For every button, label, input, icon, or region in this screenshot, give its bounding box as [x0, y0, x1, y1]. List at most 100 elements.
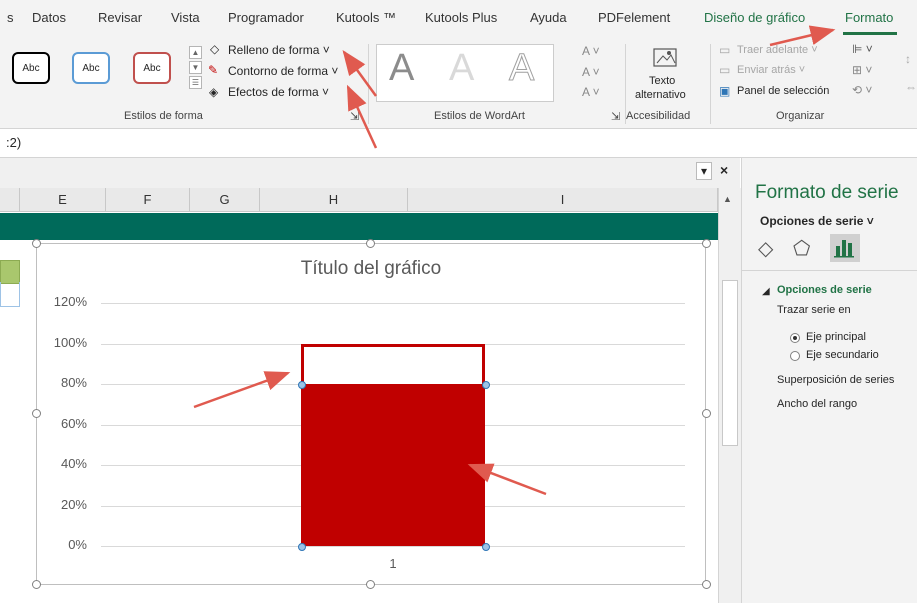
- chart-title[interactable]: Título del gráfico: [36, 258, 706, 280]
- text-effects-icon[interactable]: A ˅: [582, 85, 600, 99]
- scrollbar-thumb[interactable]: [722, 280, 738, 446]
- tab-partial[interactable]: s: [7, 10, 14, 25]
- tab-programador[interactable]: Programador: [228, 10, 304, 25]
- shape-style-blue[interactable]: Abc: [72, 52, 110, 84]
- alt-text-label-2[interactable]: alternativo: [635, 89, 686, 101]
- resize-handle[interactable]: [702, 580, 711, 589]
- wordart-gallery[interactable]: A A A: [376, 44, 554, 102]
- scroll-up-icon[interactable]: ▲: [723, 194, 732, 204]
- format-series-panel: Formato de serie Opciones de serie ˅ ◇ ⬠…: [741, 158, 917, 603]
- shape-style-black[interactable]: Abc: [12, 52, 50, 84]
- effects-pentagon-icon[interactable]: ⬠: [793, 236, 810, 261]
- fill-line-icon[interactable]: ◇: [758, 236, 773, 261]
- send-backward-icon: ▭: [719, 63, 731, 77]
- plot-series-on-label: Trazar serie en: [777, 304, 851, 316]
- align-icon[interactable]: ⊫ ˅: [852, 42, 873, 56]
- collapse-icon[interactable]: ◢: [762, 286, 770, 297]
- wordart-style-light[interactable]: A: [449, 47, 474, 90]
- shape-style-red[interactable]: Abc: [133, 52, 171, 84]
- fill-icon: ◇: [210, 42, 220, 56]
- gap-width-label: Ancho del rango: [777, 398, 858, 410]
- alt-text-icon[interactable]: [652, 46, 680, 70]
- cell-fragment[interactable]: [0, 282, 20, 307]
- tab-formato[interactable]: Formato: [845, 10, 893, 25]
- column-header-partial[interactable]: [0, 188, 20, 212]
- separator: [368, 44, 369, 124]
- shape-outline-button[interactable]: Contorno de forma ˅: [228, 64, 338, 78]
- chart-area[interactable]: [36, 243, 706, 585]
- series-options-icon[interactable]: [830, 234, 860, 262]
- secondary-axis-radio[interactable]: [790, 351, 800, 361]
- primary-axis-radio[interactable]: [790, 333, 800, 343]
- vertical-scrollbar[interactable]: ▲: [718, 188, 741, 603]
- selection-pane-button[interactable]: Panel de selección: [737, 85, 829, 97]
- scroll-down-icon[interactable]: ▼: [189, 61, 202, 74]
- tab-datos[interactable]: Datos: [32, 10, 66, 25]
- column-header-g[interactable]: G: [190, 188, 260, 212]
- tab-kutools-plus[interactable]: Kutools Plus: [425, 10, 497, 25]
- group-label-wordart: Estilos de WordArt: [434, 110, 525, 122]
- wordart-style-outline[interactable]: A: [508, 47, 534, 90]
- size-height-icon[interactable]: ↕: [905, 52, 911, 66]
- resize-handle[interactable]: [702, 409, 711, 418]
- bring-forward-icon: ▭: [719, 43, 731, 57]
- alt-text-label-1[interactable]: Texto: [649, 75, 675, 87]
- tab-vista[interactable]: Vista: [171, 10, 200, 25]
- teal-header-row: [0, 213, 718, 240]
- tab-kutools[interactable]: Kutools ™: [336, 10, 396, 25]
- resize-handle[interactable]: [366, 239, 375, 248]
- shape-style-label: Abc: [82, 62, 100, 74]
- column-header-i[interactable]: I: [408, 188, 718, 212]
- sheet-toolbar-strip: ▾ ×: [0, 158, 740, 188]
- effects-icon: ◈: [209, 85, 219, 99]
- dialog-launcher-icon[interactable]: ⇲: [350, 110, 359, 123]
- tab-ayuda[interactable]: Ayuda: [530, 10, 567, 25]
- column-header-h[interactable]: H: [260, 188, 408, 212]
- separator: [710, 44, 711, 124]
- active-tab-indicator: [843, 32, 897, 35]
- shape-style-label: Abc: [22, 62, 40, 74]
- bring-forward-button[interactable]: Traer adelante ˅: [737, 44, 818, 56]
- outline-icon: ✎: [208, 63, 219, 77]
- series-options-dropdown[interactable]: Opciones de serie ˅: [760, 214, 874, 228]
- resize-handle[interactable]: [32, 239, 41, 248]
- size-width-icon[interactable]: ⇔: [905, 80, 917, 94]
- primary-axis-label[interactable]: Eje principal: [806, 331, 866, 343]
- formula-text: :2): [6, 135, 22, 150]
- more-styles-icon[interactable]: ☰: [189, 76, 202, 89]
- send-backward-button[interactable]: Enviar atrás ˅: [737, 64, 805, 76]
- rotate-icon[interactable]: ⟲ ˅: [852, 83, 872, 97]
- formula-bar[interactable]: :2): [0, 129, 917, 158]
- wordart-style-gray[interactable]: A: [389, 47, 414, 90]
- group-icon[interactable]: ⊞ ˅: [852, 63, 872, 77]
- secondary-axis-label[interactable]: Eje secundario: [806, 349, 879, 361]
- dialog-launcher-icon[interactable]: ⇲: [611, 110, 620, 123]
- resize-handle[interactable]: [32, 409, 41, 418]
- tab-diseno-grafico[interactable]: Diseño de gráfico: [704, 10, 805, 25]
- group-label-accessibility: Accesibilidad: [626, 110, 691, 122]
- column-header-f[interactable]: F: [106, 188, 190, 212]
- close-icon[interactable]: ×: [720, 162, 728, 178]
- panel-divider: [742, 270, 917, 271]
- text-outline-icon[interactable]: A ˅: [582, 65, 600, 79]
- column-header-e[interactable]: E: [20, 188, 106, 212]
- section-series-options[interactable]: Opciones de serie: [777, 284, 872, 296]
- shape-effects-button[interactable]: Efectos de forma ˅: [228, 85, 329, 99]
- tab-revisar[interactable]: Revisar: [98, 10, 142, 25]
- tab-pdfelement[interactable]: PDFelement: [598, 10, 670, 25]
- shape-fill-button[interactable]: Relleno de forma ˅: [228, 43, 330, 57]
- cell-fragment[interactable]: [0, 260, 20, 284]
- resize-handle[interactable]: [702, 239, 711, 248]
- selection-pane-icon: ▣: [719, 84, 731, 98]
- dropdown-icon[interactable]: ▾: [696, 162, 712, 180]
- shape-style-label: Abc: [143, 62, 161, 74]
- resize-handle[interactable]: [366, 580, 375, 589]
- resize-handle[interactable]: [32, 580, 41, 589]
- text-fill-icon[interactable]: A ˅: [582, 44, 600, 58]
- scroll-up-icon[interactable]: ▲: [189, 46, 202, 59]
- panel-title: Formato de serie: [755, 182, 899, 203]
- ribbon-tab-bar: s Datos Revisar Vista Programador Kutool…: [0, 0, 917, 38]
- group-label-arrange: Organizar: [776, 110, 825, 122]
- series-overlap-label: Superposición de series: [777, 374, 895, 386]
- group-label-shape-styles: Estilos de forma: [124, 110, 203, 122]
